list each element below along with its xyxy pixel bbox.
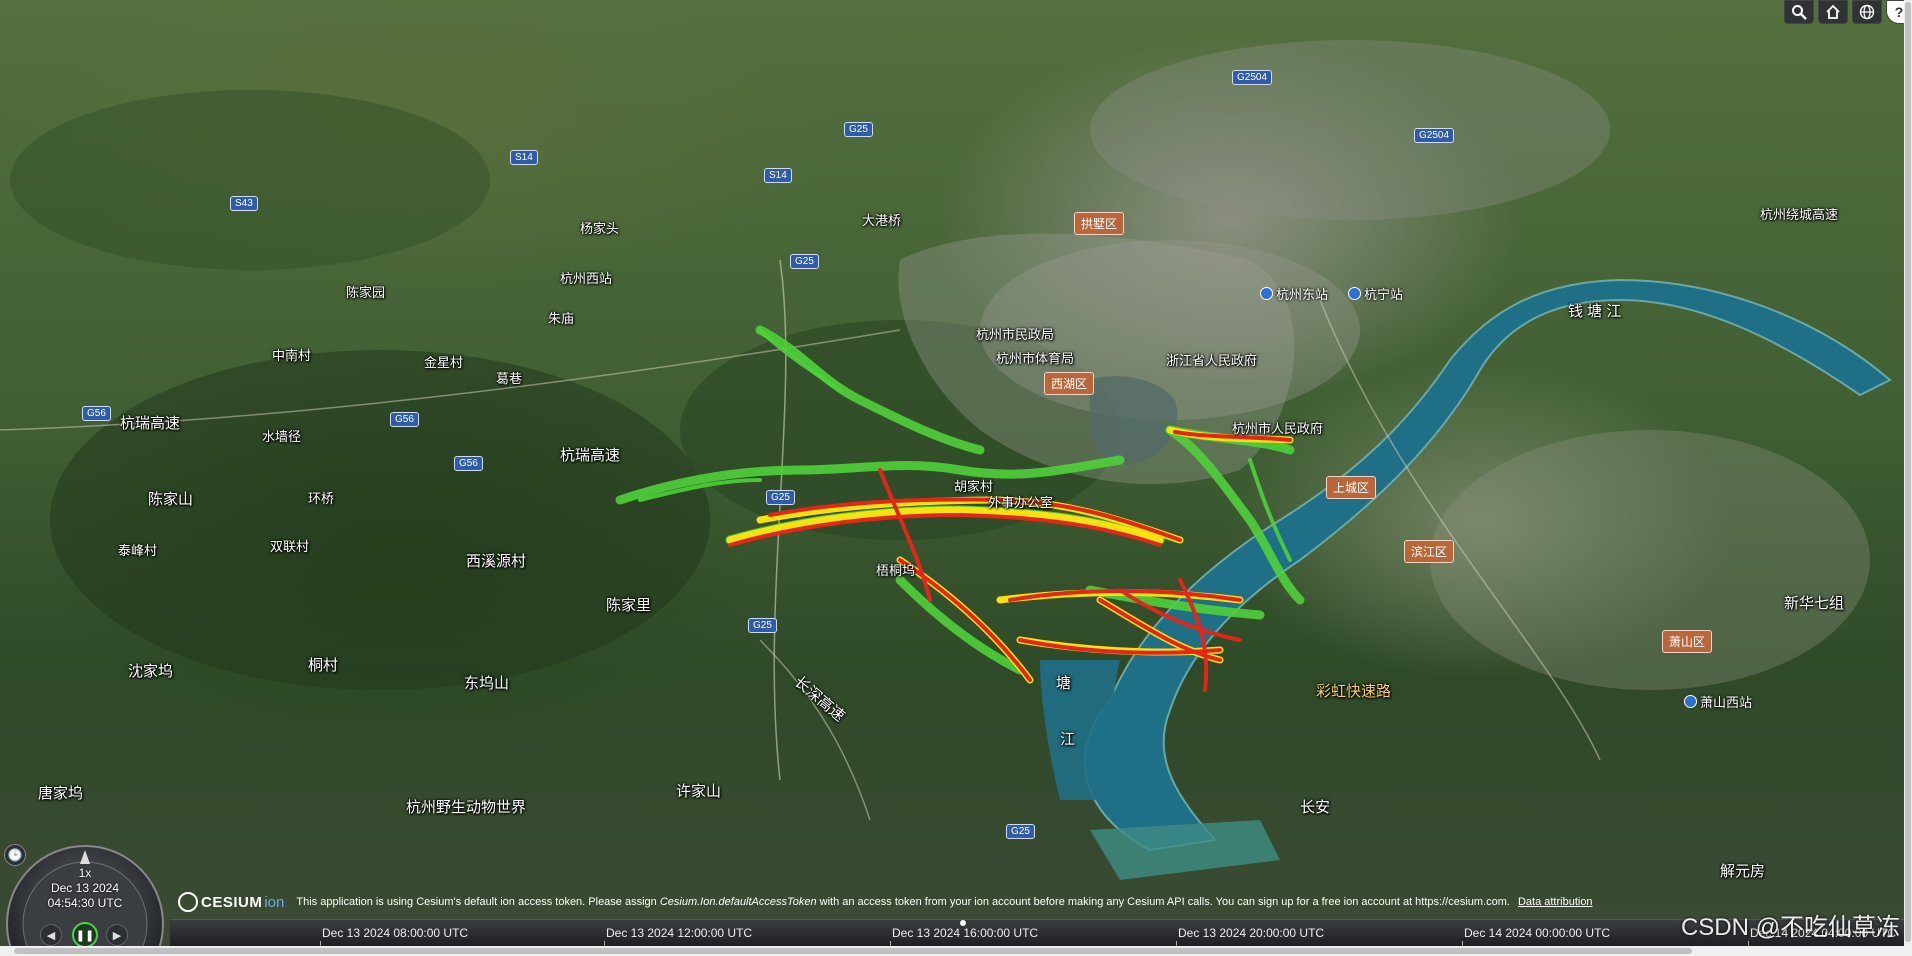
station-poi: 杭宁站 <box>1348 284 1403 303</box>
pause-icon: ❚❚ <box>75 929 95 942</box>
district-badge: 上城区 <box>1326 476 1377 499</box>
globe-icon <box>1859 4 1875 20</box>
highway-label: 杭瑞高速 <box>120 415 181 432</box>
road-shield: G2504 <box>1414 128 1455 143</box>
timeline-tick-label: Dec 14 2024 00:00:00 UTC <box>1464 926 1611 940</box>
place-label: 解元房 <box>1720 863 1766 880</box>
station-icon <box>1684 695 1697 708</box>
animation-speed: 1x <box>78 866 92 880</box>
scrollbar-thumb[interactable] <box>14 948 1692 954</box>
station-poi: 萧山西站 <box>1684 692 1752 711</box>
animation-date: Dec 13 2024 <box>50 881 120 895</box>
place-label: 泰峰村 <box>118 543 158 558</box>
ion-token-warning: This application is using Cesium's defau… <box>296 896 1510 908</box>
place-label: 梧桐坞 <box>876 563 916 578</box>
cesium-toolbar: ? <box>1784 0 1912 24</box>
district-badge: 滨江区 <box>1404 540 1455 563</box>
home-button[interactable] <box>1818 0 1848 24</box>
river-label: 江 <box>1060 731 1076 748</box>
road-shield: G56 <box>82 406 111 421</box>
data-attribution-link[interactable]: Data attribution <box>1518 896 1593 908</box>
csdn-watermark: CSDN @不吃仙草冻 <box>1680 914 1900 941</box>
place-label: 葛巷 <box>496 371 523 386</box>
scene-mode-button[interactable] <box>1852 0 1882 24</box>
place-label: 陈家园 <box>346 285 386 300</box>
timeline-tick-label: Dec 13 2024 16:00:00 UTC <box>892 926 1039 940</box>
vertical-scrollbar[interactable] <box>1904 0 1912 946</box>
animation-time: 04:54:30 UTC <box>47 896 123 910</box>
road-shield: G25 <box>1006 824 1035 839</box>
cesium-ion-logo[interactable]: CESIUM ion <box>178 892 284 912</box>
poi-label: 杭州市体育局 <box>996 351 1075 366</box>
animation-widget: 🕒 1x Dec 13 2024 04:54:30 UTC ◀ ❚❚ ▶ <box>0 844 170 956</box>
place-label: 长安 <box>1300 799 1331 816</box>
road-shield: G25 <box>748 618 777 633</box>
help-icon: ? <box>1894 4 1904 20</box>
district-badge: 西湖区 <box>1044 372 1095 395</box>
highway-label: 杭州绕城高速 <box>1760 207 1839 222</box>
road-shield: G56 <box>390 412 419 427</box>
place-label: 新华七组 <box>1784 595 1845 612</box>
expressway-label: 彩虹快速路 <box>1316 683 1392 700</box>
place-label: 大港桥 <box>862 213 902 228</box>
station-icon <box>1260 287 1273 300</box>
river-label: 塘 <box>1056 675 1072 692</box>
road-shield: G25 <box>790 254 819 269</box>
place-label: 水墙径 <box>262 429 302 444</box>
play-forward-button[interactable]: ▶ <box>106 924 128 946</box>
road-shield: G56 <box>454 456 483 471</box>
place-label: 桐村 <box>308 657 339 674</box>
district-badge: 拱墅区 <box>1074 212 1125 235</box>
district-badge: 萧山区 <box>1662 630 1713 653</box>
place-label: 杨家头 <box>580 221 620 236</box>
place-label: 朱庙 <box>548 311 575 326</box>
river-label: 钱 塘 江 <box>1568 303 1622 320</box>
scrollbar-thumb[interactable] <box>1905 2 1911 942</box>
road-shield: S14 <box>510 150 538 165</box>
timeline-tick-label: Dec 13 2024 08:00:00 UTC <box>322 926 469 940</box>
poi-label: 浙江省人民政府 <box>1166 353 1258 368</box>
place-label: 东坞山 <box>464 675 510 692</box>
play-reverse-button[interactable]: ◀ <box>40 924 62 946</box>
place-label: 中南村 <box>272 348 312 363</box>
place-label: 环桥 <box>308 491 335 506</box>
road-shield: G25 <box>844 122 873 137</box>
cesium-globe-viewport[interactable]: 中南村 金星村 葛巷 水墙径 杭瑞高速 杭瑞高速 陈家山 环桥 双联村 泰峰村 … <box>0 0 1912 956</box>
geocoder-button[interactable] <box>1784 0 1814 24</box>
credits-bar: CESIUM ion This application is using Ces… <box>178 888 1593 916</box>
timeline-tick-label: Dec 13 2024 20:00:00 UTC <box>1178 926 1325 940</box>
poi-label: 杭州市人民政府 <box>1232 421 1324 436</box>
clock-icon[interactable]: 🕒 <box>4 844 26 866</box>
place-label: 金星村 <box>424 355 464 370</box>
cesium-logo-icon <box>178 892 198 912</box>
road-shield: G25 <box>766 490 795 505</box>
road-shield: G2504 <box>1232 70 1273 85</box>
road-shield: S43 <box>230 196 258 211</box>
place-label: 西溪源村 <box>466 553 527 570</box>
place-label: 沈家坞 <box>128 663 174 680</box>
station-icon <box>1348 287 1361 300</box>
poi-label: 杭州市民政局 <box>976 327 1055 342</box>
place-label: 陈家里 <box>606 597 652 614</box>
place-label: 唐家坞 <box>38 785 84 802</box>
play-reverse-icon: ◀ <box>46 929 56 942</box>
place-label: 陈家山 <box>148 491 194 508</box>
poi-label: 外事办公室 <box>988 495 1054 510</box>
play-forward-icon: ▶ <box>112 929 122 942</box>
road-shield: S14 <box>764 168 792 183</box>
search-icon <box>1792 5 1807 20</box>
timeline-tick-label: Dec 13 2024 12:00:00 UTC <box>606 926 753 940</box>
pause-button[interactable]: ❚❚ <box>72 922 98 948</box>
poi-label: 杭州西站 <box>560 271 613 286</box>
poi-label-zoo: 杭州野生动物世界 <box>406 799 527 816</box>
station-poi: 杭州东站 <box>1260 284 1328 303</box>
place-label: 双联村 <box>270 539 310 554</box>
home-icon <box>1826 4 1840 19</box>
highway-label: 杭瑞高速 <box>560 447 621 464</box>
timeline[interactable]: Dec 13 2024 08:00:00 UTC Dec 13 2024 12:… <box>170 919 1912 946</box>
place-label: 许家山 <box>676 783 722 800</box>
horizontal-scrollbar[interactable] <box>0 946 1912 956</box>
